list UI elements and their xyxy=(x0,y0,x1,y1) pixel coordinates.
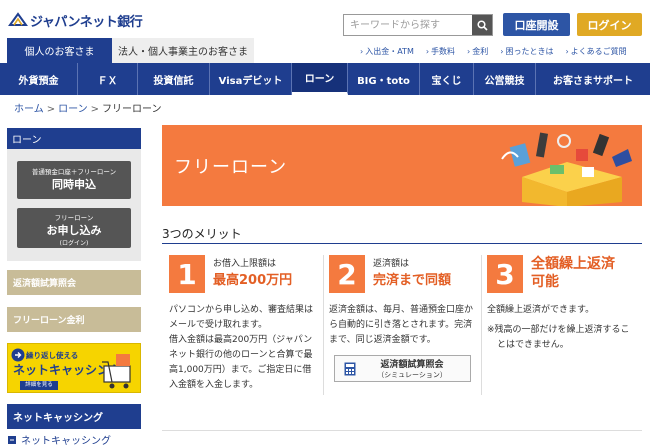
logo-text: ジャパンネット銀行 xyxy=(30,14,143,30)
merit-divider xyxy=(481,255,482,395)
cart-illustration-icon xyxy=(102,354,131,389)
breadcrumb-home[interactable]: ホーム xyxy=(14,104,44,115)
loan-apply-button[interactable]: フリーローン お申し込み (ログイン) xyxy=(17,208,131,248)
nav-item-fx[interactable]: ＦＸ xyxy=(78,63,138,95)
breadcrumb-current: フリーローン xyxy=(101,104,162,115)
merit-1-title: 最高200万円 xyxy=(213,273,293,288)
search-button[interactable] xyxy=(472,15,492,35)
merit-2-number: 2 xyxy=(329,255,365,293)
chevron-right-icon: › xyxy=(425,47,430,56)
merits-divider xyxy=(162,243,642,244)
merit-2-subtitle: 返済額は xyxy=(373,259,410,269)
open-account-button[interactable]: 口座開設 xyxy=(503,13,570,36)
search-input[interactable] xyxy=(344,15,472,35)
util-link-help[interactable]: › 困ったときは xyxy=(500,46,553,57)
util-link-atm[interactable]: › 入出金・ATM xyxy=(360,46,414,57)
repayment-simulation-button[interactable]: 返済額試算照会 （シミュレーション） xyxy=(334,355,471,382)
merit-3-number: 3 xyxy=(487,255,523,293)
sim-button-sublabel: （シミュレーション） xyxy=(377,371,447,379)
merit-3-title: 全額繰上返済 可能 xyxy=(531,256,615,290)
chevron-right-icon: › xyxy=(360,47,364,56)
breadcrumb-sep-icon: > xyxy=(46,104,56,115)
merit-divider xyxy=(323,255,324,395)
merits-heading: 3つのメリット xyxy=(162,227,242,241)
search-icon xyxy=(476,19,488,31)
nav-item-investment-trust[interactable]: 投資信託 xyxy=(138,63,210,95)
breadcrumb-loan[interactable]: ローン xyxy=(58,104,88,115)
sidebar-loan-rate[interactable]: フリーローン金利 xyxy=(7,307,141,332)
square-bullet-icon xyxy=(8,435,16,444)
chevron-right-icon: › xyxy=(565,47,569,56)
merit-1: 1 お借入上限額は 最高200万円 パソコンから申し込め、審査結果は メールで受… xyxy=(169,255,317,395)
sidebar-loan-heading[interactable]: ローン xyxy=(7,128,141,149)
net-cashing-banner[interactable]: 繰り返し使える ネットキャッシング 詳細を見る xyxy=(7,343,141,393)
sidebar-apply-box: 普通預金口座＋フリーローン 同時申込 フリーローン お申し込み (ログイン) xyxy=(7,149,141,261)
joint-application-button[interactable]: 普通預金口座＋フリーローン 同時申込 xyxy=(17,161,131,199)
nav-item-public-racing[interactable]: 公営競技 xyxy=(474,63,536,95)
utility-links: › 入出金・ATM › 手数料 › 金利 › 困ったときは › よくあるご質問 xyxy=(360,46,639,57)
merit-2-title: 完済まで同額 xyxy=(373,273,452,288)
merit-1-body: パソコンから申し込め、審査結果は メールで受け取れます。 借入金額は最高200万… xyxy=(169,305,314,390)
tab-personal[interactable]: 個人のお客さま xyxy=(7,38,112,63)
tab-business[interactable]: 法人・個人事業主のお客さま xyxy=(112,38,254,63)
merit-1-subtitle: お借入上限額は xyxy=(213,259,277,269)
login-button[interactable]: ログイン xyxy=(577,13,642,36)
breadcrumb: ホーム > ローン > フリーローン xyxy=(14,100,161,115)
chevron-right-icon: › xyxy=(467,47,471,56)
util-link-fees[interactable]: › 手数料 xyxy=(426,46,455,57)
calculator-icon xyxy=(344,362,356,375)
util-link-rates[interactable]: › 金利 xyxy=(467,46,488,57)
nav-item-foreign-deposit[interactable]: 外貨預金 xyxy=(0,63,78,95)
banner-tagline: 繰り返し使える xyxy=(26,351,79,360)
nav-item-support[interactable]: お客さまサポート xyxy=(536,63,650,95)
arrow-badge-icon xyxy=(11,348,25,362)
sidebar-repayment-simulation[interactable]: 返済額試算照会 xyxy=(7,270,141,295)
sim-button-label: 返済額試算照会 xyxy=(380,360,444,370)
breadcrumb-sep-icon: > xyxy=(90,104,99,115)
util-link-faq[interactable]: › よくあるご質問 xyxy=(565,46,626,57)
bank-logo[interactable]: ジャパンネット銀行 xyxy=(8,8,143,32)
merit-2-body: 返済金額は、毎月、普通預金口座か ら自動的に引き落とされます。完済 まで、同じ返… xyxy=(329,305,474,345)
shopping-items-illustration-icon xyxy=(501,132,632,206)
nav-item-loan[interactable]: ローン xyxy=(292,63,348,95)
hero-banner: フリーローン xyxy=(162,125,642,206)
nav-item-big-toto[interactable]: BIG・toto xyxy=(348,63,420,95)
sidebar-net-cashing-link[interactable]: ネットキャッシング xyxy=(7,432,111,447)
content-divider xyxy=(162,430,642,431)
sidebar-net-cashing-heading[interactable]: ネットキャッシング xyxy=(7,404,141,429)
nav-item-lottery[interactable]: 宝くじ xyxy=(420,63,474,95)
banner-detail-button[interactable]: 詳細を見る xyxy=(20,381,58,390)
merit-3-body: 全額繰上返済ができます。 ※残高の一部だけを繰上返済するこ とはできません。 xyxy=(487,305,630,350)
global-nav: 外貨預金 ＦＸ 投資信託 Visaデビット ローン BIG・toto 宝くじ 公… xyxy=(0,63,650,95)
logo-mark-icon xyxy=(8,12,28,26)
merit-1-number: 1 xyxy=(169,255,205,293)
nav-item-visa-debit[interactable]: Visaデビット xyxy=(210,63,292,95)
search-box xyxy=(343,14,493,36)
page-title: フリーローン xyxy=(174,157,288,178)
chevron-right-icon: › xyxy=(500,47,504,56)
merit-3: 3 全額繰上返済 可能 全額繰上返済ができます。 ※残高の一部だけを繰上返済する… xyxy=(487,255,642,395)
